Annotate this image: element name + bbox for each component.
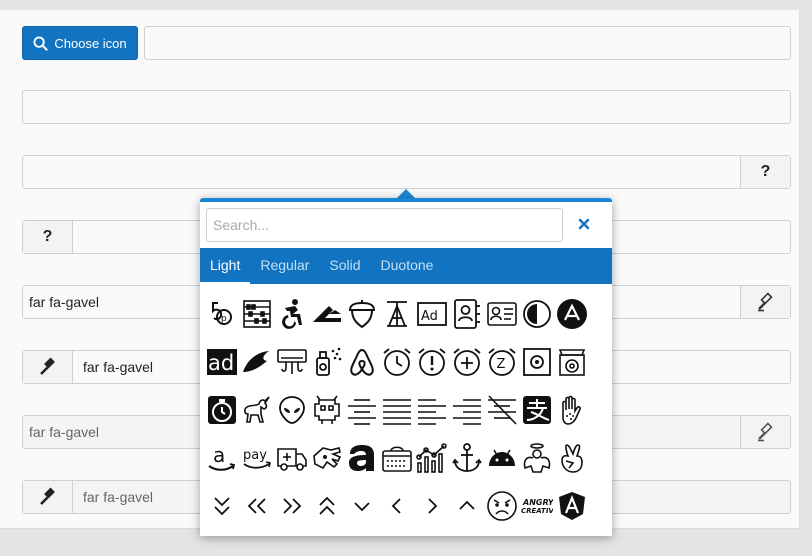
adn-icon[interactable] <box>554 290 589 338</box>
popover-arrow <box>397 189 415 198</box>
icon-input-value: far fa-gavel <box>29 294 100 310</box>
align-slash-icon[interactable] <box>484 386 519 434</box>
angel-icon[interactable] <box>519 434 554 482</box>
icon-style-tabs: Light Regular Solid Duotone <box>200 248 612 284</box>
gavel-icon <box>757 422 773 442</box>
icon-search-input[interactable] <box>206 208 563 242</box>
adobe-icon-text: ad <box>208 351 234 375</box>
amazon-icon-text: a <box>213 443 225 467</box>
grid-icon[interactable] <box>204 530 239 536</box>
acquisitions-incorporated-icon[interactable] <box>379 290 414 338</box>
choose-icon-button[interactable]: Choose icon <box>22 26 138 60</box>
alicorn-icon[interactable] <box>554 338 589 386</box>
air-freshener-icon[interactable] <box>309 338 344 386</box>
tab-duotone[interactable]: Duotone <box>371 248 444 284</box>
angle-double-up-icon[interactable] <box>309 482 344 530</box>
icon-input-2[interactable] <box>22 90 791 124</box>
angry-icon[interactable] <box>484 482 519 530</box>
close-icon <box>578 218 590 230</box>
alarm-snooze-icon-text: Z <box>496 357 505 372</box>
accusoft-icon[interactable] <box>309 290 344 338</box>
choose-icon-label: Choose icon <box>54 35 127 51</box>
algolia-icon[interactable] <box>519 338 554 386</box>
align-center-icon[interactable] <box>344 386 379 434</box>
gavel-icon <box>757 292 773 312</box>
amazon-pay-icon-text: pay <box>243 448 267 463</box>
icon-input-1[interactable] <box>144 26 791 60</box>
address-card-icon[interactable] <box>484 290 519 338</box>
tab-regular[interactable]: Regular <box>250 248 319 284</box>
tab-solid[interactable]: Solid <box>319 248 370 284</box>
gavel-icon <box>39 357 55 375</box>
angrycreative-line1: ANGRY <box>522 498 553 507</box>
angle-double-down-icon[interactable] <box>204 482 239 530</box>
allergies-icon[interactable] <box>554 386 589 434</box>
amp-guitar-icon[interactable] <box>379 434 414 482</box>
ad-icon[interactable]: Ad <box>414 290 449 338</box>
icon-preview-addon-left[interactable] <box>23 351 73 383</box>
icon-preview-addon-right[interactable] <box>740 286 790 318</box>
american-sign-language-icon[interactable] <box>309 434 344 482</box>
alipay-icon[interactable] <box>519 386 554 434</box>
angle-double-left-icon[interactable] <box>239 482 274 530</box>
alien-monster-icon[interactable] <box>309 386 344 434</box>
icon-input-value: far fa-gavel <box>83 359 154 375</box>
alarm-clock-icon[interactable] <box>379 338 414 386</box>
alarm-snooze-icon[interactable]: Z <box>484 338 519 386</box>
icon-preview-addon-right[interactable]: ? <box>740 156 790 188</box>
amazon-icon[interactable]: a <box>204 434 239 482</box>
close-button[interactable] <box>576 216 592 232</box>
address-book-icon[interactable] <box>449 290 484 338</box>
svg-text:p: p <box>221 314 227 324</box>
adjust-icon[interactable] <box>519 290 554 338</box>
accessible-icon[interactable] <box>274 290 309 338</box>
icon-input-3[interactable]: ? <box>22 155 791 189</box>
analytics-icon[interactable] <box>414 434 449 482</box>
tab-light[interactable]: Light <box>200 248 251 284</box>
align-justify-icon[interactable] <box>379 386 414 434</box>
icon-grid: p Ad ad Z a pay ANGRY CREATI <box>204 290 612 536</box>
angle-right-icon[interactable] <box>414 482 449 530</box>
icon-preview-addon-left[interactable] <box>23 481 73 513</box>
icon-input-value: far fa-gavel <box>29 424 100 440</box>
angle-down-icon[interactable] <box>344 482 379 530</box>
angellist-icon[interactable] <box>554 434 589 482</box>
alarm-exclamation-icon[interactable] <box>414 338 449 386</box>
anchor-icon[interactable] <box>449 434 484 482</box>
alarm-plus-icon[interactable] <box>449 338 484 386</box>
angrycreative-line2: CREATIVE <box>521 507 553 515</box>
icon-picker-popover: Light Regular Solid Duotone p Ad ad Z <box>200 198 612 536</box>
icon-preview-addon-left[interactable]: ? <box>23 221 73 253</box>
grid-icon[interactable] <box>239 530 274 536</box>
search-icon <box>33 35 48 51</box>
adversal-icon[interactable] <box>239 338 274 386</box>
question-mark-icon: ? <box>760 163 771 180</box>
angrycreative-icon[interactable]: ANGRYCREATIVE <box>519 482 554 530</box>
android-icon[interactable] <box>484 434 519 482</box>
amilia-icon[interactable] <box>344 434 379 482</box>
align-right-icon[interactable] <box>449 386 484 434</box>
ad-icon-text: Ad <box>421 309 438 324</box>
grid-icon[interactable] <box>274 530 309 536</box>
icon-preview-addon-right[interactable] <box>740 416 790 448</box>
acorn-icon[interactable] <box>344 290 379 338</box>
align-left-icon[interactable] <box>414 386 449 434</box>
stopwatch-icon[interactable] <box>204 386 239 434</box>
gavel-icon <box>39 487 55 505</box>
unicorn-icon[interactable] <box>239 386 274 434</box>
angle-up-icon[interactable] <box>449 482 484 530</box>
abacus-icon[interactable] <box>239 290 274 338</box>
angle-double-right-icon[interactable] <box>274 482 309 530</box>
500px-icon[interactable]: p <box>204 290 239 338</box>
airbnb-icon[interactable] <box>344 338 379 386</box>
ambulance-icon[interactable] <box>274 434 309 482</box>
air-conditioner-icon[interactable] <box>274 338 309 386</box>
angle-left-icon[interactable] <box>379 482 414 530</box>
adobe-icon[interactable]: ad <box>204 338 239 386</box>
question-mark-icon: ? <box>42 228 53 245</box>
amazon-pay-icon[interactable]: pay <box>239 434 274 482</box>
icon-input-value: far fa-gavel <box>83 489 154 505</box>
angular-icon[interactable] <box>554 482 589 530</box>
alien-icon[interactable] <box>274 386 309 434</box>
